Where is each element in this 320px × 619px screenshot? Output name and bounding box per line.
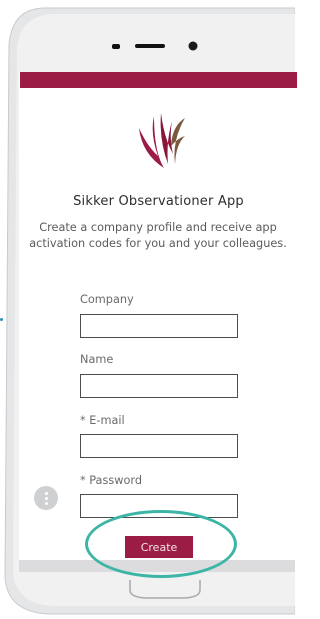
- app-title: Sikker Observationer App: [73, 194, 244, 209]
- name-label: Name: [80, 353, 114, 366]
- password-label: * Password: [80, 474, 143, 487]
- more-vertical-icon[interactable]: [34, 486, 58, 510]
- app-screen: Sikker Observationer App Create a compan…: [20, 72, 297, 572]
- speaker-icon: [112, 41, 198, 51]
- email-input[interactable]: [80, 434, 238, 458]
- highlight-ring: [85, 510, 237, 578]
- company-input[interactable]: [80, 314, 238, 338]
- dot: [44, 491, 48, 495]
- header-bar: [20, 72, 297, 88]
- email-label: * E-mail: [80, 414, 125, 427]
- name-input[interactable]: [80, 374, 238, 398]
- side-marker: [0, 318, 3, 321]
- dot: [44, 496, 48, 500]
- app-screenshot: Sikker Observationer App Create a compan…: [0, 0, 297, 619]
- dot: [44, 501, 48, 505]
- app-description: Create a company profile and receive app…: [29, 221, 287, 250]
- sikker-logo-icon: [139, 113, 185, 168]
- company-label: Company: [80, 293, 134, 306]
